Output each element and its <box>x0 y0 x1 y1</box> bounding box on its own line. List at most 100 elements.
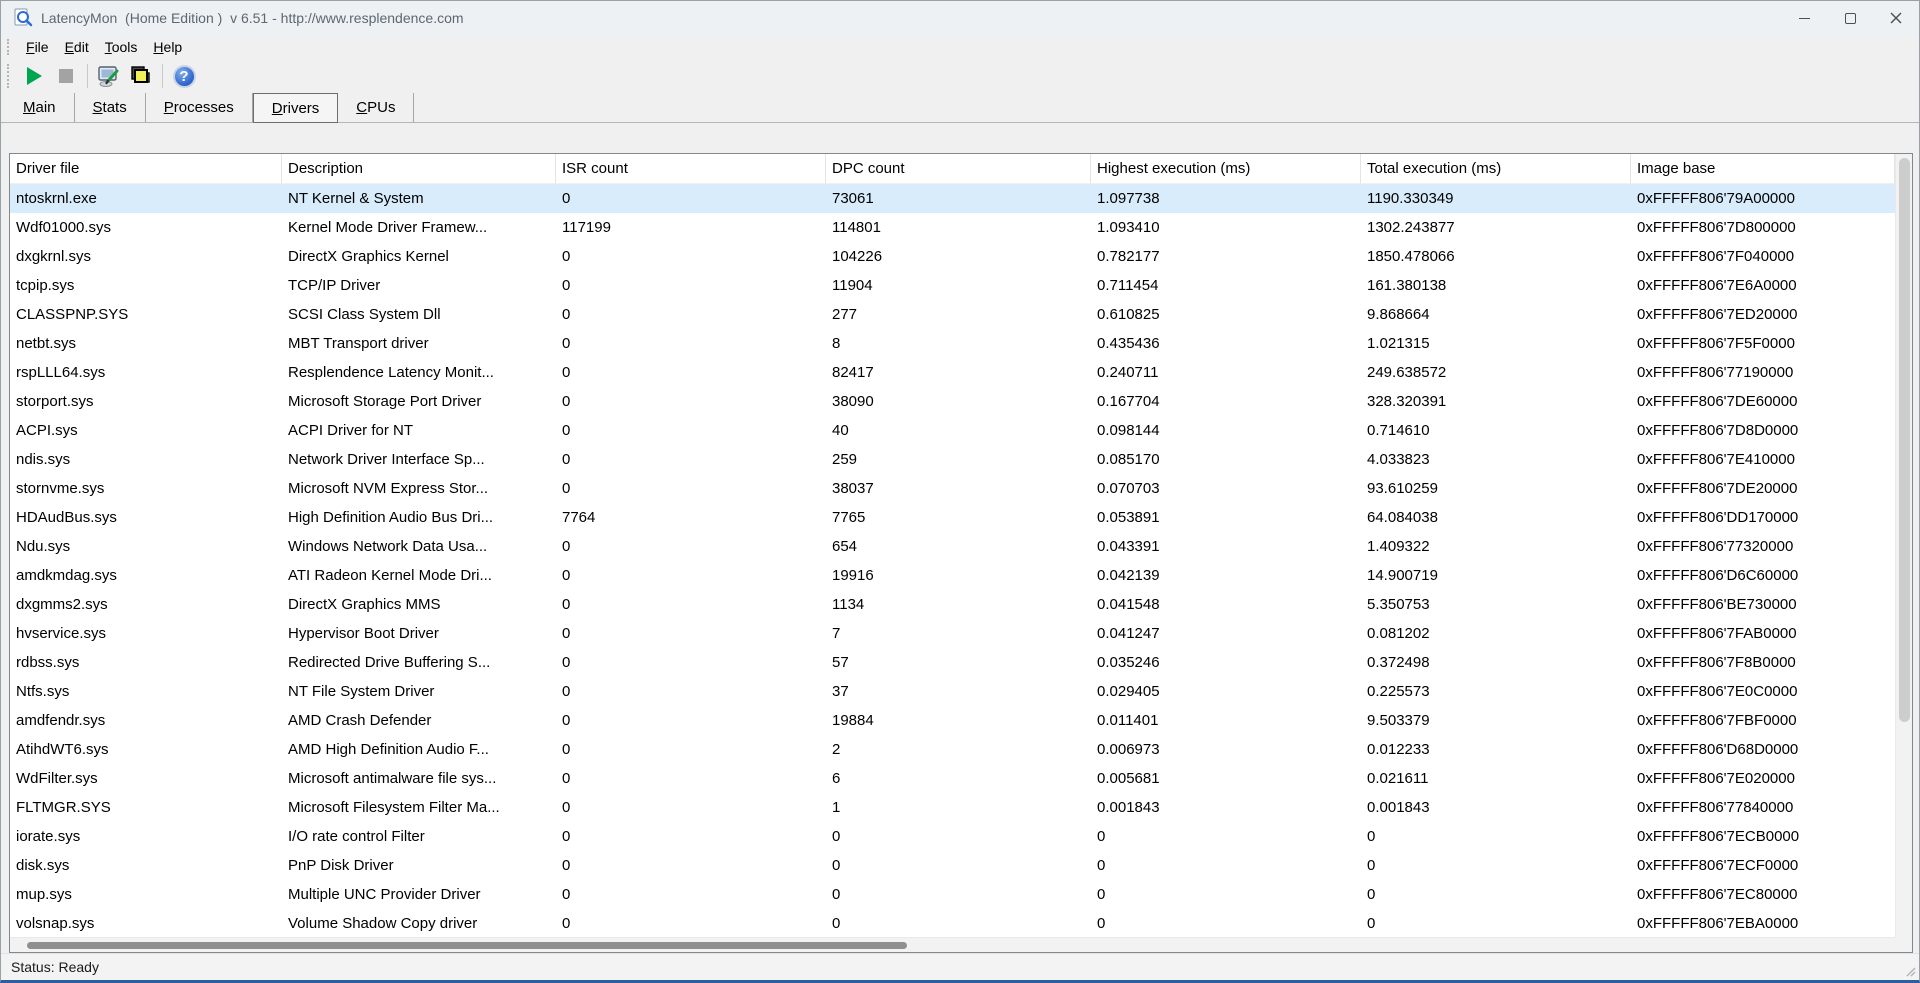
cell-description: PnP Disk Driver <box>288 857 394 874</box>
column-header-driver-file[interactable]: Driver file <box>10 154 282 184</box>
cell-driver-file: iorate.sys <box>16 828 81 845</box>
vertical-scrollbar[interactable] <box>1895 154 1912 937</box>
tab-main[interactable]: Main <box>5 93 75 122</box>
cell-driver-file: disk.sys <box>16 857 70 874</box>
status-bar: Status: Ready <box>1 953 1919 980</box>
cell-highest-execution-ms: 1.093410 <box>1097 219 1160 236</box>
table-row[interactable]: stornvme.sys Microsoft NVM Express Stor..… <box>10 474 1895 503</box>
cell-driver-file: ndis.sys <box>16 451 71 468</box>
cell-isr-count: 0 <box>562 654 571 671</box>
cell-highest-execution-ms: 0.005681 <box>1097 770 1160 787</box>
cell-description: NT File System Driver <box>288 683 435 700</box>
cell-isr-count: 0 <box>562 799 571 816</box>
cell-highest-execution-ms: 0 <box>1097 915 1106 932</box>
table-row[interactable]: FLTMGR.SYS Microsoft Filesystem Filter Ma… <box>10 793 1895 822</box>
cell-total-execution-ms: 93.610259 <box>1367 480 1438 497</box>
cell-driver-file: dxgkrnl.sys <box>16 248 92 265</box>
cell-isr-count: 0 <box>562 538 571 555</box>
play-icon <box>26 67 42 85</box>
table-body: ntoskrnl.exe NT Kernel & System 0 73061 1.09… <box>10 184 1895 937</box>
cell-highest-execution-ms: 0.029405 <box>1097 683 1160 700</box>
cell-description: ACPI Driver for NT <box>288 422 414 439</box>
help-button[interactable]: ? <box>168 61 200 91</box>
cell-image-base: 0xFFFFF806'7EC80000 <box>1637 886 1798 903</box>
table-row[interactable]: mup.sys Multiple UNC Provider Driver 0 0 0 0 0… <box>10 880 1895 909</box>
column-header-isr-count[interactable]: ISR count <box>556 154 826 184</box>
column-header-total-execution-ms[interactable]: Total execution (ms) <box>1361 154 1631 184</box>
table-row[interactable]: Ntfs.sys NT File System Driver 0 37 0.029405… <box>10 677 1895 706</box>
start-button[interactable] <box>18 61 50 91</box>
cell-image-base: 0xFFFFF806'7DE60000 <box>1637 393 1798 410</box>
options-button[interactable] <box>93 61 125 91</box>
table-row[interactable]: volsnap.sys Volume Shadow Copy driver 0 0 0 0… <box>10 909 1895 937</box>
cell-highest-execution-ms: 0.006973 <box>1097 741 1160 758</box>
table-row[interactable]: tcpip.sys TCP/IP Driver 0 11904 0.711454 161.… <box>10 271 1895 300</box>
close-button[interactable] <box>1873 1 1919 35</box>
table-row[interactable]: AtihdWT6.sys AMD High Definition Audio F.… <box>10 735 1895 764</box>
table-row[interactable]: CLASSPNP.SYS SCSI Class System Dll 0 277 0.6… <box>10 300 1895 329</box>
cell-highest-execution-ms: 0.035246 <box>1097 654 1160 671</box>
table-row[interactable]: amdkmdag.sys ATI Radeon Kernel Mode Dri..… <box>10 561 1895 590</box>
resize-grip-icon[interactable] <box>1904 965 1916 977</box>
table-row[interactable]: Wdf01000.sys Kernel Mode Driver Framew...… <box>10 213 1895 242</box>
table-row[interactable]: storport.sys Microsoft Storage Port Drive… <box>10 387 1895 416</box>
cell-driver-file: tcpip.sys <box>16 277 75 294</box>
tab-processes[interactable]: Processes <box>146 93 253 122</box>
table-row[interactable]: ndis.sys Network Driver Interface Sp... 0 2… <box>10 445 1895 474</box>
table-row[interactable]: HDAudBus.sys High Definition Audio Bus Dr… <box>10 503 1895 532</box>
window-title: LatencyMon (Home Edition ) v 6.51 - http… <box>41 10 464 26</box>
table-row[interactable]: disk.sys PnP Disk Driver 0 0 0 0 0xFFFFF806'7E… <box>10 851 1895 880</box>
cell-description: MBT Transport driver <box>288 335 429 352</box>
table-row[interactable]: Ndu.sys Windows Network Data Usa... 0 654 0.… <box>10 532 1895 561</box>
menu-item-file[interactable]: File <box>18 37 57 57</box>
table-row[interactable]: amdfendr.sys AMD Crash Defender 0 19884 0.01… <box>10 706 1895 735</box>
column-header-description[interactable]: Description <box>282 154 556 184</box>
column-header-highest-execution-ms[interactable]: Highest execution (ms) <box>1091 154 1361 184</box>
vertical-scrollbar-thumb[interactable] <box>1899 158 1910 722</box>
table-row[interactable]: netbt.sys MBT Transport driver 0 8 0.435436 1… <box>10 329 1895 358</box>
cell-highest-execution-ms: 0.001843 <box>1097 799 1160 816</box>
cell-description: Kernel Mode Driver Framew... <box>288 219 488 236</box>
stop-button[interactable] <box>50 61 82 91</box>
cell-highest-execution-ms: 0.053891 <box>1097 509 1160 526</box>
cell-dpc-count: 654 <box>832 538 858 555</box>
cell-highest-execution-ms: 0.042139 <box>1097 567 1160 584</box>
tab-drivers[interactable]: Drivers <box>252 93 339 123</box>
table-row[interactable]: iorate.sys I/O rate control Filter 0 0 0 0 0xF… <box>10 822 1895 851</box>
cell-image-base: 0xFFFFF806'7EBA0000 <box>1637 915 1799 932</box>
cell-description: SCSI Class System Dll <box>288 306 441 323</box>
column-header-dpc-count[interactable]: DPC count <box>826 154 1091 184</box>
table-row[interactable]: dxgmms2.sys DirectX Graphics MMS 0 1134 0.04… <box>10 590 1895 619</box>
table-row[interactable]: hvservice.sys Hypervisor Boot Driver 0 7 0.0… <box>10 619 1895 648</box>
latencymon-window: LatencyMon (Home Edition ) v 6.51 - http… <box>0 0 1920 983</box>
table-row[interactable]: rdbss.sys Redirected Drive Buffering S...… <box>10 648 1895 677</box>
horizontal-scrollbar[interactable] <box>10 937 1895 952</box>
cell-description: AMD High Definition Audio F... <box>288 741 489 758</box>
maximize-button[interactable] <box>1827 1 1873 35</box>
table-row[interactable]: ACPI.sys ACPI Driver for NT 0 40 0.098144 0.7… <box>10 416 1895 445</box>
table-row[interactable]: ntoskrnl.exe NT Kernel & System 0 73061 1.09… <box>10 184 1895 213</box>
cell-image-base: 0xFFFFF806'7E0C0000 <box>1637 683 1798 700</box>
minimize-button[interactable] <box>1781 1 1827 35</box>
column-header-image-base[interactable]: Image base <box>1631 154 1895 184</box>
tab-stats[interactable]: Stats <box>75 93 146 122</box>
cell-isr-count: 0 <box>562 190 571 207</box>
windows-view-button[interactable] <box>125 61 157 91</box>
cell-description: TCP/IP Driver <box>288 277 381 294</box>
table-row[interactable]: WdFilter.sys Microsoft antimalware file s… <box>10 764 1895 793</box>
table-row[interactable]: rspLLL64.sys Resplendence Latency Monit..… <box>10 358 1895 387</box>
toolbar-separator <box>162 64 163 88</box>
cell-description: ATI Radeon Kernel Mode Dri... <box>288 567 492 584</box>
cell-description: Microsoft Storage Port Driver <box>288 393 482 410</box>
cell-total-execution-ms: 1190.330349 <box>1367 190 1454 207</box>
menu-item-tools[interactable]: Tools <box>97 37 146 57</box>
table-row[interactable]: dxgkrnl.sys DirectX Graphics Kernel 0 10422… <box>10 242 1895 271</box>
horizontal-scrollbar-thumb[interactable] <box>27 942 907 949</box>
menu-item-help[interactable]: Help <box>145 37 190 57</box>
cell-driver-file: dxgmms2.sys <box>16 596 108 613</box>
menu-item-edit[interactable]: Edit <box>57 37 97 57</box>
tab-cpus[interactable]: C PUs <box>338 93 415 122</box>
cell-image-base: 0xFFFFF806'7FBF0000 <box>1637 712 1797 729</box>
cell-total-execution-ms: 1.409322 <box>1367 538 1430 555</box>
cell-image-base: 0xFFFFF806'7F5F0000 <box>1637 335 1795 352</box>
